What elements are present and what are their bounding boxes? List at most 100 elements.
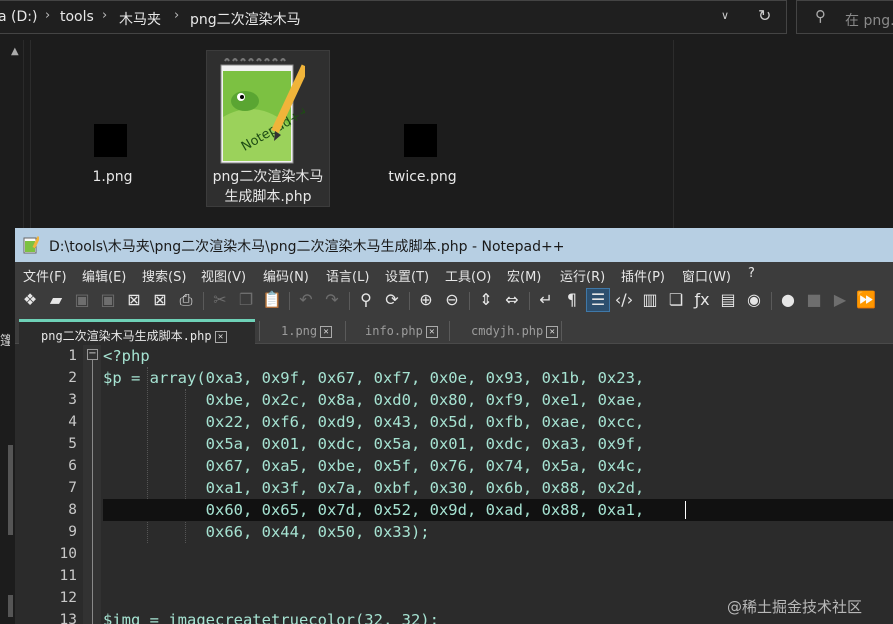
close-tab-icon[interactable]: ✕ — [425, 325, 438, 338]
code-area[interactable]: <?php $p = array(0xa3, 0x9f, 0x67, 0xf7,… — [103, 345, 893, 624]
word-wrap-icon[interactable]: ↵ — [535, 289, 557, 311]
navigation-item-partial[interactable]: 篷 — [0, 330, 10, 349]
close-tab-icon[interactable]: ✕ — [320, 325, 333, 338]
breadcrumb-separator-icon: › — [45, 8, 51, 23]
breadcrumb-folder[interactable]: 木马夹 — [119, 9, 161, 29]
line-number: 8 — [68, 502, 77, 518]
replace-icon[interactable]: ⟳ — [381, 289, 403, 311]
tab-info-php[interactable]: info.php ✕ — [365, 319, 455, 344]
toolbar-separator — [409, 292, 410, 310]
file-item-twicepng[interactable]: twice.png — [380, 120, 465, 190]
tab-separator — [345, 321, 346, 341]
breadcrumb-current[interactable]: png二次渲染木马 — [190, 9, 301, 29]
tab-cmdyjh-php[interactable]: cmdyjh.php ✕ — [471, 319, 581, 344]
close-tab-icon[interactable]: ✕ — [214, 330, 227, 343]
sync-horizontal-scroll-icon[interactable]: ⇔ — [501, 289, 523, 311]
undo-icon[interactable]: ↶ — [295, 289, 317, 311]
notepad-plus-plus-window: D:\tools\木马夹\png二次渲染木马\png二次渲染木马生成脚本.php… — [15, 228, 893, 624]
notepad-plus-plus-icon: Notepad++ — [220, 58, 305, 164]
search-input[interactable]: ⚲ 在 png... — [796, 0, 893, 34]
menu-plugins[interactable]: 插件(P) — [621, 266, 665, 285]
tab-separator — [449, 321, 450, 341]
document-map-icon[interactable]: ▥ — [639, 289, 661, 311]
close-tab-icon[interactable]: ✕ — [546, 325, 559, 338]
window-title-bar[interactable]: D:\tools\木马夹\png二次渲染木马\png二次渲染木马生成脚本.php… — [15, 228, 893, 262]
paste-icon[interactable]: 📋 — [261, 289, 283, 311]
pane-divider — [673, 40, 674, 230]
breadcrumb-separator-icon: › — [174, 8, 180, 23]
save-icon[interactable]: ▣ — [71, 289, 93, 311]
line-number: 7 — [68, 480, 77, 496]
function-list-icon[interactable]: ƒx — [691, 289, 713, 311]
window-title: D:\tools\木马夹\png二次渲染木马\png二次渲染木马生成脚本.php… — [49, 239, 565, 255]
toolbar-separator — [469, 292, 470, 310]
refresh-icon[interactable]: ↻ — [758, 6, 771, 25]
zoom-in-icon[interactable]: ⊕ — [415, 289, 437, 311]
screen: a (D:) › tools › 木马夹 › png二次渲染木马 ∨ ↻ ⚲ 在… — [0, 0, 893, 624]
scrollbar-thumb[interactable] — [8, 595, 13, 617]
code-line-current: 0x60, 0x65, 0x7d, 0x52, 0x9d, 0xad, 0x88… — [103, 499, 893, 521]
line-number: 3 — [68, 392, 77, 408]
code-line: 0xa1, 0x3f, 0x7a, 0xbf, 0x30, 0x6b, 0x88… — [103, 479, 645, 497]
pane-divider — [30, 40, 31, 230]
toolbar-separator — [529, 292, 530, 310]
document-tabs: png二次渲染木马生成脚本.php ✕ 1.png ✕ info.php ✕ cmdy… — [15, 316, 893, 344]
breadcrumb-separator-icon: › — [102, 8, 108, 23]
copy-icon[interactable]: ❐ — [235, 289, 257, 311]
menu-view[interactable]: 视图(V) — [201, 266, 246, 285]
file-item-php-script[interactable]: Notepad++ png二次渲染木马 生成脚本.php — [206, 50, 330, 207]
tab-1png[interactable]: 1.png ✕ — [281, 319, 361, 344]
print-icon[interactable]: ⎙ — [175, 289, 197, 311]
menu-window[interactable]: 窗口(W) — [682, 266, 731, 285]
toolbar-separator — [289, 292, 290, 310]
indent-guide-icon[interactable]: ☰ — [586, 288, 610, 312]
tab-separator — [259, 321, 260, 341]
close-all-icon[interactable]: ⊠ — [149, 289, 171, 311]
file-name: 1.png — [92, 169, 133, 185]
record-macro-icon[interactable]: ● — [777, 289, 799, 311]
monitoring-icon[interactable]: ◉ — [743, 289, 765, 311]
chevron-down-icon[interactable]: ∨ — [721, 9, 729, 22]
menu-bar: 文件(F) 编辑(E) 搜索(S) 视图(V) 编码(N) 语言(L) 设置(T… — [15, 262, 893, 286]
tab-label: 1.png — [281, 324, 318, 338]
menu-tools[interactable]: 工具(O) — [445, 266, 491, 285]
menu-encoding[interactable]: 编码(N) — [263, 266, 309, 285]
stop-recording-icon[interactable]: ■ — [803, 289, 825, 311]
save-all-icon[interactable]: ▣ — [97, 289, 119, 311]
show-all-characters-icon[interactable]: ¶ — [561, 289, 583, 311]
html-tag-icon[interactable]: ‹/› — [613, 289, 635, 311]
scrollbar-thumb[interactable] — [8, 445, 13, 535]
folder-as-workspace-icon[interactable]: ▤ — [717, 289, 739, 311]
menu-edit[interactable]: 编辑(E) — [82, 266, 126, 285]
menu-run[interactable]: 运行(R) — [560, 266, 605, 285]
code-editor[interactable]: 1 2 3 4 5 6 7 8 9 10 11 12 13 − <?php $p… — [15, 345, 893, 624]
tab-php-script[interactable]: png二次渲染木马生成脚本.php ✕ — [19, 319, 255, 344]
line-number: 5 — [68, 436, 77, 452]
menu-settings[interactable]: 设置(T) — [385, 266, 429, 285]
open-folder-icon[interactable]: ▰ — [45, 289, 67, 311]
menu-help[interactable]: ? — [748, 266, 755, 281]
toolbar-separator — [771, 292, 772, 310]
sync-vertical-scroll-icon[interactable]: ⇕ — [475, 289, 497, 311]
redo-icon[interactable]: ↷ — [321, 289, 343, 311]
breadcrumb-tools[interactable]: tools — [60, 9, 94, 25]
document-list-icon[interactable]: ❏ — [665, 289, 687, 311]
menu-macro[interactable]: 宏(M) — [507, 266, 541, 285]
address-bar[interactable]: a (D:) › tools › 木马夹 › png二次渲染木马 ∨ ↻ — [0, 0, 787, 34]
playback-macro-icon[interactable]: ▶ — [829, 289, 851, 311]
line-number: 2 — [68, 370, 77, 386]
close-icon[interactable]: ⊠ — [123, 289, 145, 311]
fold-collapse-icon[interactable]: − — [87, 349, 98, 360]
breadcrumb-drive[interactable]: a (D:) — [0, 9, 37, 25]
menu-language[interactable]: 语言(L) — [326, 266, 369, 285]
zoom-out-icon[interactable]: ⊖ — [441, 289, 463, 311]
run-macro-multiple-icon[interactable]: ⏩ — [855, 289, 877, 311]
new-file-icon[interactable]: ❖ — [19, 289, 41, 311]
file-item-1png[interactable]: 1.png — [70, 120, 155, 190]
cut-icon[interactable]: ✂ — [209, 289, 231, 311]
find-icon[interactable]: ⚲ — [355, 289, 377, 311]
menu-search[interactable]: 搜索(S) — [142, 266, 186, 285]
scroll-up-icon[interactable]: ▲ — [11, 46, 19, 57]
menu-file[interactable]: 文件(F) — [23, 266, 67, 285]
